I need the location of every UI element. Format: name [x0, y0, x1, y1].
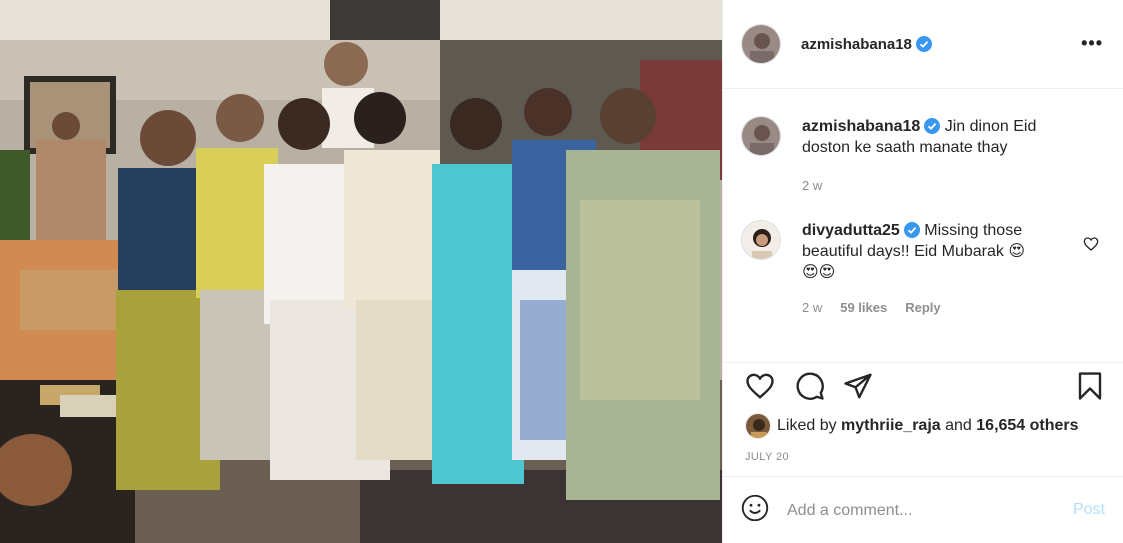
comment-like-heart-icon[interactable] [1083, 236, 1099, 257]
liker-username[interactable]: mythriie_raja [841, 417, 941, 435]
comment-body: divyadutta25 Missing those beautiful day… [802, 220, 1072, 318]
post-sidebar: azmishabana18 ••• azmishabana18 Jin dino… [722, 0, 1123, 543]
commenter-avatar[interactable] [741, 220, 781, 260]
liker-avatar[interactable] [745, 413, 771, 439]
caption-row: azmishabana18 Jin dinon Eid doston ke sa… [741, 116, 1105, 196]
avatar-image [742, 117, 780, 155]
caption-avatar[interactable] [741, 116, 781, 156]
reply-button[interactable]: Reply [905, 297, 940, 318]
comment-icon[interactable] [795, 371, 825, 406]
more-icon[interactable]: ••• [1081, 34, 1103, 52]
share-icon[interactable] [843, 371, 873, 406]
post-photo[interactable] [0, 0, 722, 543]
avatar-image [742, 25, 780, 63]
post-actions: Liked by mythriie_raja and 16,654 others… [723, 362, 1123, 477]
comment-row: divyadutta25 Missing those beautiful day… [741, 220, 1105, 318]
bookmark-icon[interactable] [1075, 371, 1105, 406]
instagram-post: azmishabana18 ••• azmishabana18 Jin dino… [0, 0, 1123, 543]
author-avatar[interactable] [741, 24, 781, 64]
caption-time[interactable]: 2 w [802, 175, 822, 196]
comment-input[interactable] [787, 501, 1067, 520]
verified-icon [915, 35, 932, 52]
likes-middle: and [945, 417, 972, 434]
comments-list: azmishabana18 Jin dinon Eid doston ke sa… [723, 90, 1123, 362]
author-username[interactable]: azmishabana18 [801, 35, 932, 53]
comment-text-emoji: 😍😍 [802, 264, 836, 281]
verified-icon [903, 222, 920, 238]
author-username-text[interactable]: azmishabana18 [801, 36, 912, 53]
avatar-image [742, 221, 780, 259]
group-photo-illustration [0, 0, 722, 543]
heart-icon[interactable] [745, 371, 775, 406]
comment-time[interactable]: 2 w [802, 297, 822, 318]
action-icons [741, 371, 1105, 403]
comment-likes[interactable]: 59 likes [840, 297, 887, 318]
caption-body: azmishabana18 Jin dinon Eid doston ke sa… [802, 116, 1072, 196]
verified-icon [924, 118, 941, 134]
caption-meta: 2 w [802, 175, 1072, 196]
post-date[interactable]: JULY 20 [745, 451, 789, 463]
comment-meta: 2 w 59 likes Reply [802, 297, 1072, 318]
comment-composer: Post [723, 478, 1123, 543]
likes-summary: Liked by mythriie_raja and 16,654 others [745, 413, 1079, 439]
post-header: azmishabana18 ••• [723, 0, 1123, 89]
emoji-icon[interactable] [741, 494, 769, 527]
avatar-image [746, 414, 770, 438]
likes-prefix: Liked by [777, 417, 837, 434]
caption-username[interactable]: azmishabana18 [802, 118, 920, 135]
likes-others[interactable]: 16,654 others [976, 417, 1078, 435]
post-comment-button[interactable]: Post [1073, 501, 1105, 519]
comment-username[interactable]: divyadutta25 [802, 222, 900, 239]
